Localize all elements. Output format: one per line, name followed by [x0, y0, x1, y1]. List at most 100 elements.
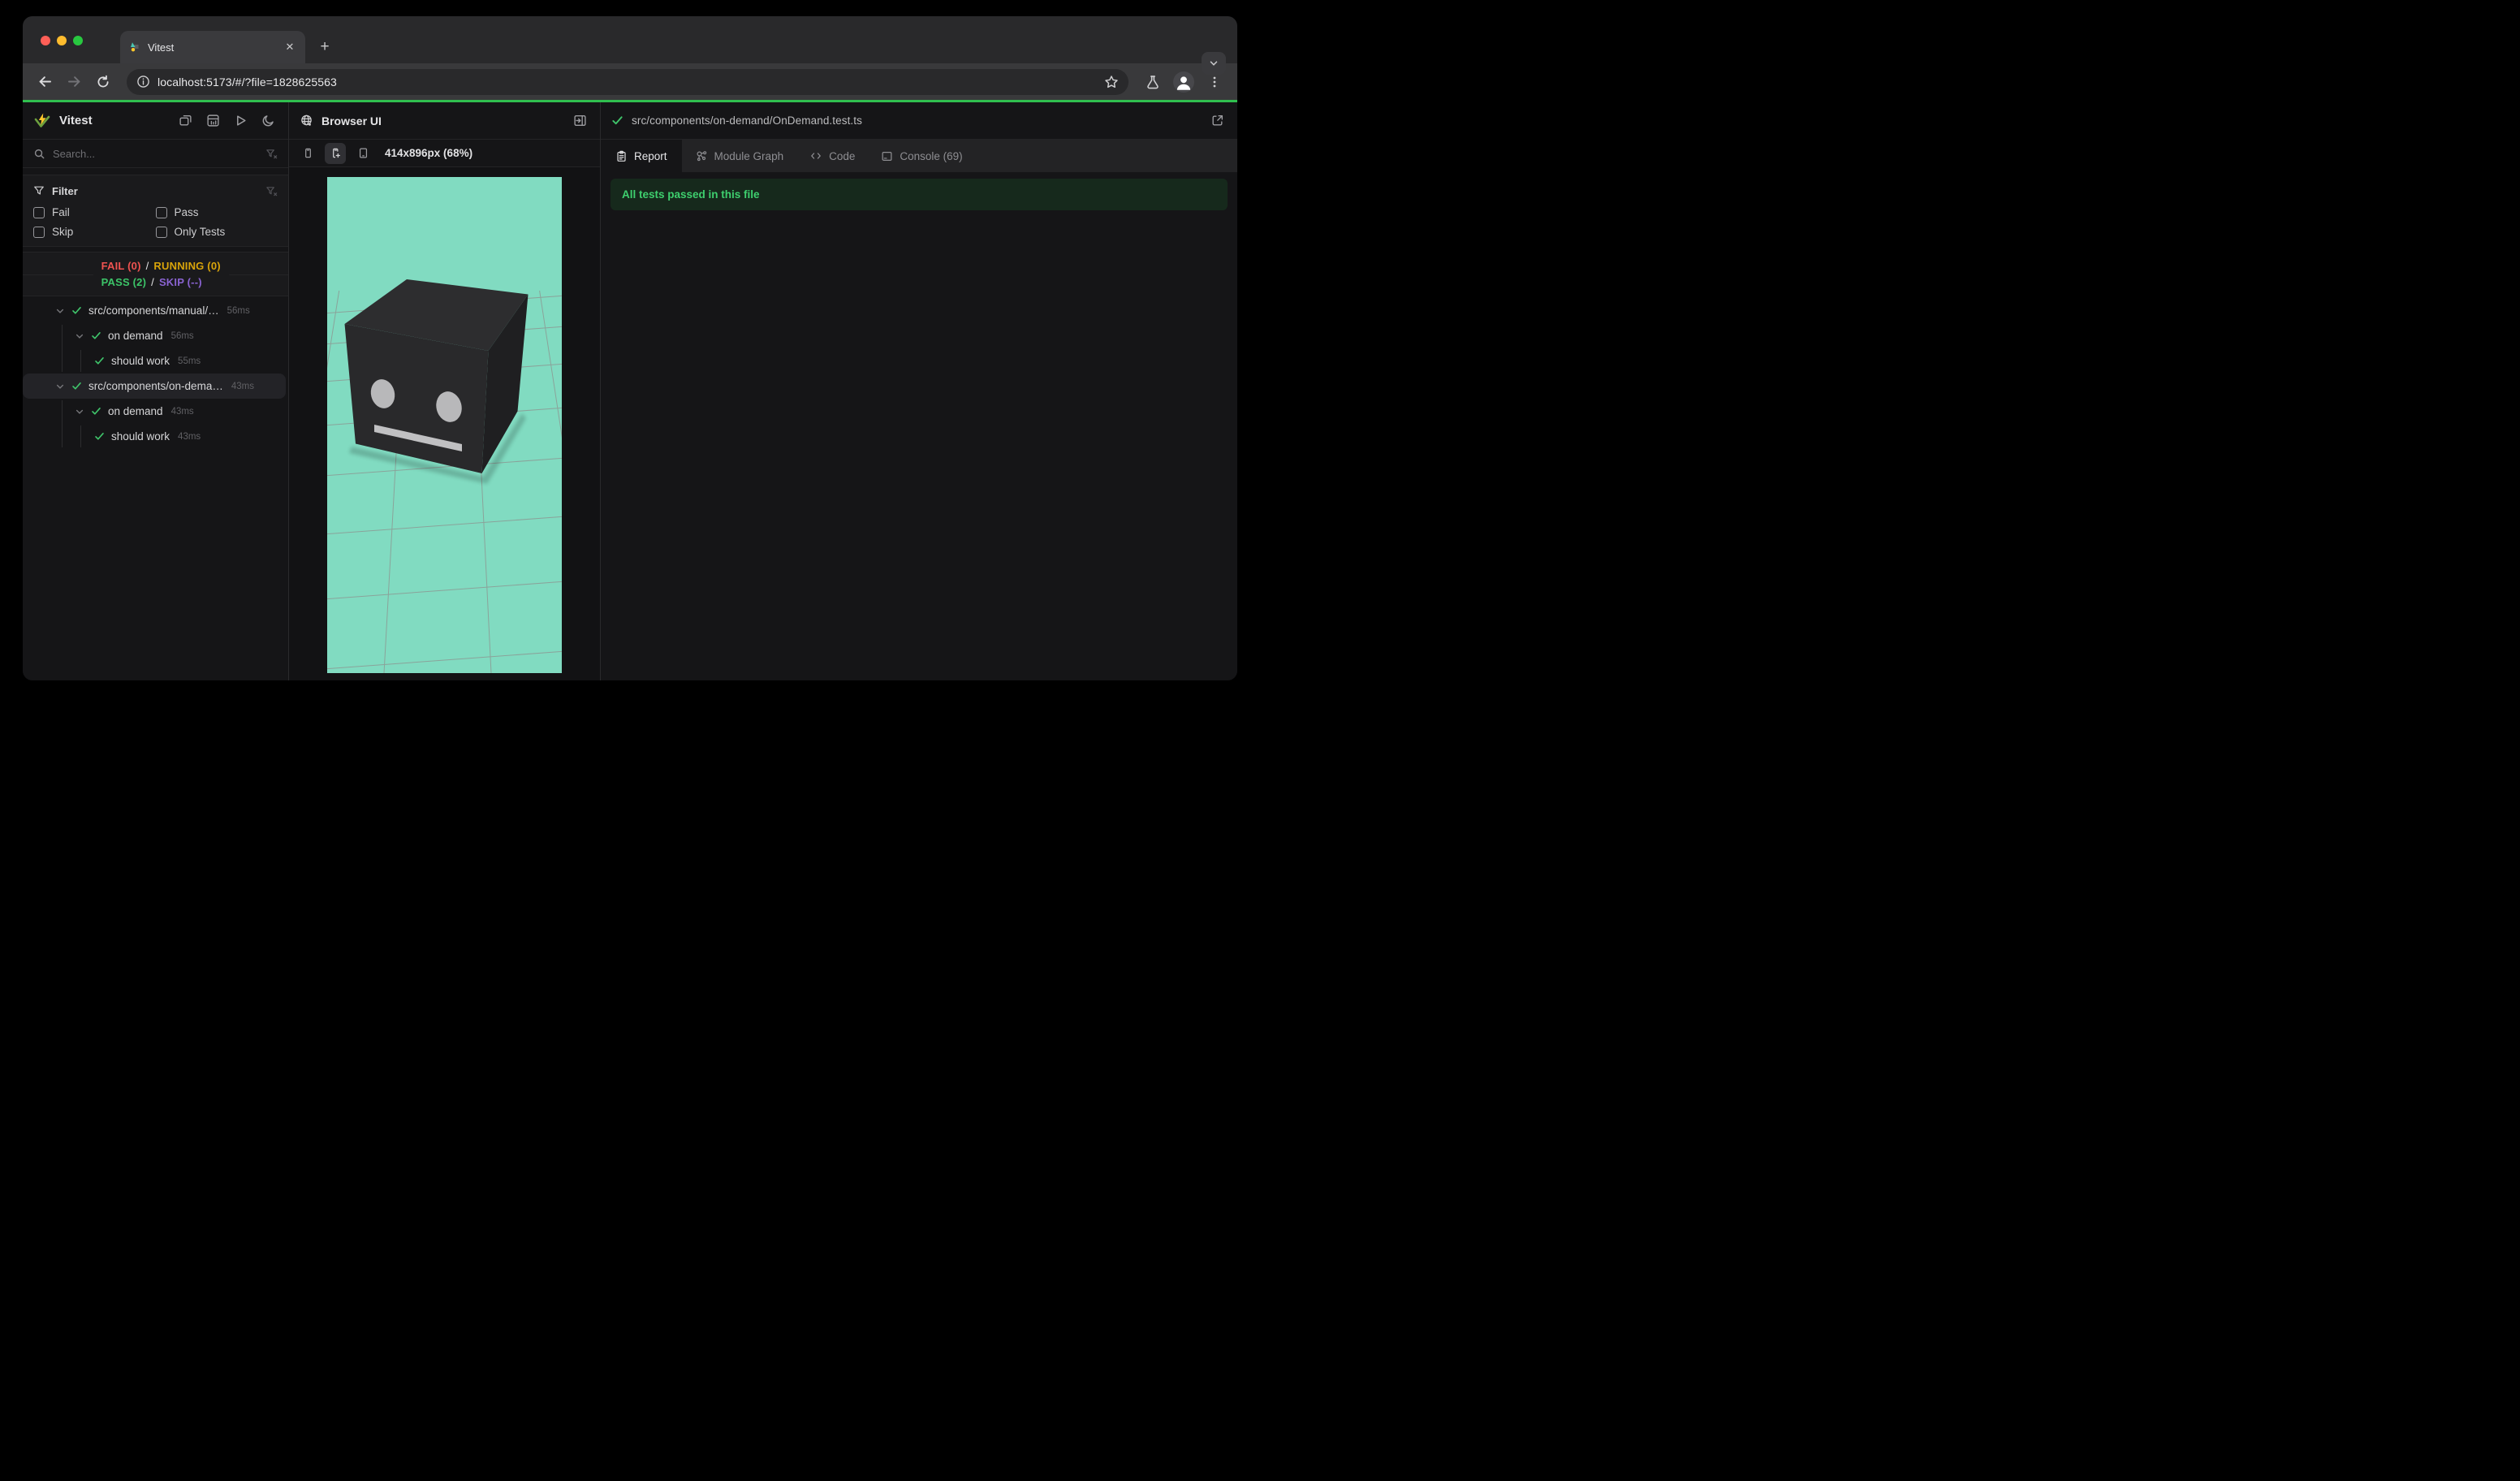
tree-row-file-selected[interactable]: src/components/on-dema… 43ms	[23, 373, 286, 399]
test-case-label: should work	[111, 430, 170, 443]
code-icon	[811, 153, 821, 159]
tab-close-icon[interactable]: ✕	[283, 40, 297, 54]
test-file-path[interactable]: src/components/on-demand/OnDemand.test.t…	[632, 114, 862, 127]
new-tab-button[interactable]: +	[313, 36, 336, 58]
filter-panel: Filter Fail Pass Skip Only Tests	[23, 175, 288, 247]
filter-title: Filter	[52, 184, 78, 197]
maximize-window-button[interactable]	[73, 36, 83, 45]
dock-panel-button[interactable]	[570, 111, 589, 131]
bookmark-star-icon[interactable]	[1104, 75, 1119, 89]
search-input[interactable]	[53, 147, 258, 160]
reload-button[interactable]	[91, 70, 115, 94]
tree-guide-line	[62, 400, 63, 447]
tab-report[interactable]: Report	[601, 140, 682, 172]
profile-button[interactable]	[1171, 69, 1197, 95]
chevron-down-icon[interactable]	[75, 331, 84, 341]
tab-label: Code	[829, 149, 856, 162]
check-icon	[71, 305, 82, 316]
module-graph-icon	[697, 151, 706, 162]
check-icon	[91, 406, 101, 417]
chevron-down-icon	[1210, 61, 1218, 66]
browser-preview-canvas[interactable]	[327, 177, 562, 673]
minimize-window-button[interactable]	[57, 36, 67, 45]
chevron-down-icon[interactable]	[55, 382, 65, 391]
test-case-label: should work	[111, 355, 170, 367]
filter-title-row: Filter	[33, 181, 278, 201]
report-overview-button[interactable]	[203, 111, 222, 131]
chevron-down-icon[interactable]	[75, 407, 84, 417]
tab-label: Module Graph	[714, 149, 784, 162]
tab-module-graph[interactable]: Module Graph	[682, 140, 797, 172]
url-text[interactable]: localhost:5173/#/?file=1828625563	[158, 76, 1097, 89]
search-bar	[23, 140, 288, 168]
checkbox-box[interactable]	[33, 206, 45, 218]
tree-row-test[interactable]: should work 43ms	[23, 424, 288, 449]
address-bar[interactable]: localhost:5173/#/?file=1828625563	[127, 68, 1128, 95]
browser-tab[interactable]: Vitest ✕	[120, 31, 305, 63]
test-duration: 43ms	[231, 381, 254, 391]
tree-row-file[interactable]: src/components/manual/… 56ms	[23, 298, 288, 323]
clear-filter-icon[interactable]	[265, 185, 278, 197]
browser-tab-strip: Vitest ✕ +	[23, 16, 1237, 75]
tab-console[interactable]: Console (69)	[868, 140, 975, 172]
test-file-label: src/components/manual/…	[88, 304, 219, 317]
checkbox-box[interactable]	[155, 226, 167, 238]
all-tests-passed-banner: All tests passed in this file	[611, 179, 1228, 210]
checkbox-label: Fail	[52, 206, 70, 218]
device-toolbar: 414x896px (68%)	[289, 140, 600, 167]
open-in-new-button[interactable]	[1207, 111, 1227, 131]
close-window-button[interactable]	[41, 36, 50, 45]
site-info-icon[interactable]	[136, 75, 150, 89]
viewport-size-label[interactable]: 414x896px (68%)	[385, 147, 472, 159]
tab-code[interactable]: Code	[796, 140, 868, 172]
console-icon	[882, 151, 892, 161]
panel-right-icon	[573, 114, 586, 127]
pass-count: PASS (2)	[101, 276, 147, 288]
test-duration: 56ms	[227, 305, 250, 316]
reload-icon	[97, 75, 109, 87]
forward-arrow-icon	[67, 76, 80, 87]
run-all-button[interactable]	[231, 111, 250, 131]
phone-small-icon	[304, 148, 311, 158]
dashboard-toggle-button[interactable]	[175, 111, 195, 131]
checkbox-box[interactable]	[33, 226, 45, 238]
tree-row-suite[interactable]: on demand 56ms	[23, 323, 288, 348]
checkbox-only-tests[interactable]: Only Tests	[155, 226, 278, 238]
test-suite-label: on demand	[108, 330, 163, 342]
checkbox-pass[interactable]: Pass	[155, 206, 278, 218]
device-tablet-button[interactable]	[352, 143, 373, 164]
tab-search-button[interactable]	[1202, 52, 1226, 75]
dark-mode-toggle-button[interactable]	[258, 111, 278, 131]
clipboard-icon	[617, 150, 626, 162]
tree-row-test[interactable]: should work 55ms	[23, 348, 288, 373]
globe-icon	[301, 114, 312, 126]
person-icon	[1176, 76, 1191, 90]
vitest-favicon	[131, 42, 139, 52]
browser-toolbar: localhost:5173/#/?file=1828625563	[23, 63, 1237, 100]
device-phone-small-button[interactable]	[297, 143, 318, 164]
report-content: All tests passed in this file	[601, 172, 1237, 680]
chevron-down-icon[interactable]	[55, 306, 65, 316]
tab-label: Report	[634, 149, 667, 162]
browser-ui-header: Browser UI	[289, 102, 600, 140]
banner-text: All tests passed in this file	[622, 188, 760, 201]
search-icon	[34, 149, 45, 158]
forward-button[interactable]	[62, 70, 86, 94]
check-icon	[94, 431, 105, 442]
skip-count: SKIP (--)	[158, 276, 202, 288]
clear-filter-icon[interactable]	[265, 148, 278, 160]
report-panel: src/components/on-demand/OnDemand.test.t…	[601, 102, 1237, 680]
tree-row-suite[interactable]: on demand 43ms	[23, 399, 288, 424]
check-icon	[71, 381, 82, 391]
check-icon	[94, 356, 105, 366]
checkbox-skip[interactable]: Skip	[33, 226, 156, 238]
back-button[interactable]	[32, 70, 57, 94]
phone-plus-icon	[332, 148, 340, 158]
app-title: Vitest	[59, 114, 93, 127]
checkbox-box[interactable]	[155, 206, 167, 218]
experiments-button[interactable]	[1140, 69, 1166, 95]
test-duration: 43ms	[170, 406, 194, 417]
tablet-icon	[359, 148, 367, 158]
checkbox-fail[interactable]: Fail	[33, 206, 156, 218]
device-phone-custom-button[interactable]	[325, 142, 346, 164]
